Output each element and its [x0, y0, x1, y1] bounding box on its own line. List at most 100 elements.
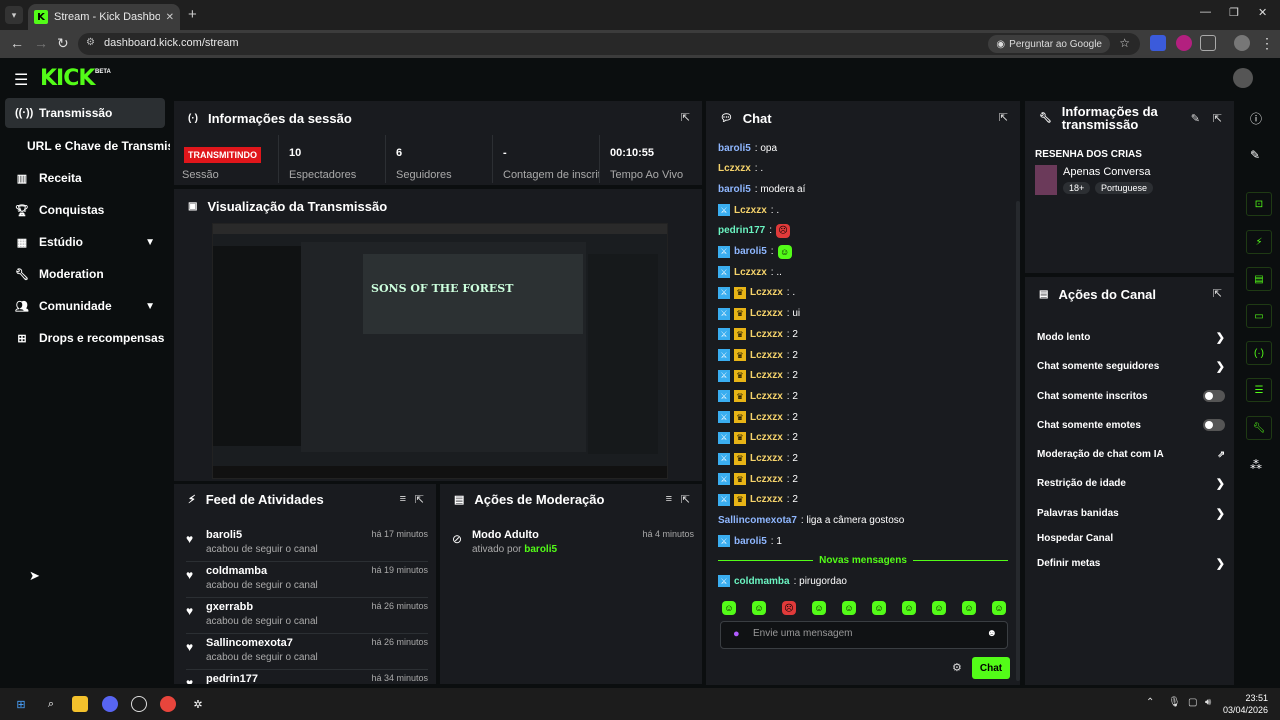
- chrome-icon[interactable]: [160, 696, 176, 712]
- moderation-toggle-icon[interactable]: ▤: [1246, 267, 1272, 291]
- back-icon[interactable]: ←: [10, 35, 24, 51]
- add-widget-icon[interactable]: ⁂: [1250, 458, 1262, 472]
- stream-category[interactable]: Apenas Conversa: [1063, 166, 1150, 178]
- emote-icon[interactable]: ☺: [812, 601, 826, 615]
- emote-icon[interactable]: ☺: [722, 601, 736, 615]
- expand-icon[interactable]: ⇱: [681, 493, 690, 506]
- chat-username[interactable]: Lczxzx: [750, 391, 783, 402]
- emote-icon[interactable]: ☺: [872, 601, 886, 615]
- chat-username[interactable]: Lczxzx: [750, 474, 783, 485]
- ask-google-button[interactable]: ◉ Perguntar ao Google: [988, 35, 1110, 53]
- emoji-picker-icon[interactable]: ☻: [986, 628, 997, 639]
- filter-icon[interactable]: ≡: [666, 493, 672, 505]
- profile-avatar[interactable]: [1234, 35, 1250, 51]
- emotes-only-toggle[interactable]: [1203, 419, 1225, 431]
- user-avatar[interactable]: [1233, 68, 1253, 88]
- feed-item-name[interactable]: Sallincomexota7: [206, 637, 293, 649]
- expand-icon[interactable]: ⇱: [681, 111, 690, 124]
- activity-toggle-icon[interactable]: ⚡︎: [1246, 230, 1272, 254]
- reload-icon[interactable]: ↻: [57, 35, 69, 52]
- sidebar-item-estudio[interactable]: ▦ Estúdio ▼: [5, 227, 165, 257]
- chat-input-box[interactable]: ● ☻: [720, 621, 1008, 649]
- emote-icon[interactable]: ☺: [932, 601, 946, 615]
- new-tab-icon[interactable]: +: [188, 6, 197, 23]
- maximize-icon[interactable]: ❐: [1229, 6, 1239, 19]
- chat-username[interactable]: Lczxzx: [750, 370, 783, 381]
- action-followers-only[interactable]: Chat somente seguidores ❯: [1037, 355, 1225, 377]
- chat-username[interactable]: Lczxzx: [750, 329, 783, 340]
- expand-icon[interactable]: ⇱: [415, 493, 424, 506]
- chat-username[interactable]: Lczxzx: [750, 494, 783, 505]
- feed-item-name[interactable]: pedrin177: [206, 673, 258, 684]
- hamburger-menu-icon[interactable]: ☰: [14, 70, 28, 90]
- tab-search-button[interactable]: ▾: [5, 6, 23, 24]
- sidebar-item-transmissao[interactable]: ((·)) Transmissão: [5, 98, 165, 128]
- extension-badge-icon[interactable]: [1176, 35, 1192, 51]
- edit-pencil-icon[interactable]: ✎: [1250, 148, 1260, 162]
- sidebar-item-url-chave[interactable]: URL e Chave de Transmissão: [5, 131, 170, 161]
- emote-icon[interactable]: ☺: [962, 601, 976, 615]
- action-ai-moderation[interactable]: Moderação de chat com IA ⇗: [1037, 443, 1225, 465]
- obs-icon[interactable]: [131, 696, 147, 712]
- chat-username[interactable]: Lczxzx: [750, 412, 783, 423]
- channel-actions-toggle-icon[interactable]: ☰: [1246, 378, 1272, 402]
- chat-username[interactable]: Lczxzx: [750, 453, 783, 464]
- sidebar-item-comunidade[interactable]: 👥︎ Comunidade ▼: [5, 291, 165, 321]
- expand-icon[interactable]: ⇱: [1213, 112, 1222, 125]
- session-toggle-icon[interactable]: (·): [1246, 341, 1272, 365]
- system-clock[interactable]: 23:51 03/04/2026: [1223, 692, 1268, 716]
- microphone-icon[interactable]: 🎙︎: [1168, 697, 1181, 708]
- action-slow-mode[interactable]: Modo lento ❯: [1037, 326, 1225, 348]
- discord-icon[interactable]: [102, 696, 118, 712]
- edit-pencil-icon[interactable]: ✎: [1191, 112, 1200, 125]
- file-explorer-icon[interactable]: [72, 696, 88, 712]
- browser-menu-icon[interactable]: ⋮: [1260, 35, 1274, 52]
- chat-username[interactable]: Lczxzx: [734, 267, 767, 278]
- chat-username[interactable]: Lczxzx: [734, 205, 767, 216]
- expand-icon[interactable]: ⇱: [999, 111, 1008, 124]
- close-window-icon[interactable]: ✕: [1258, 6, 1267, 19]
- action-banned-words[interactable]: Palavras banidas ❯: [1037, 502, 1225, 524]
- mic-icon[interactable]: ●: [733, 628, 740, 640]
- chat-message-input[interactable]: [753, 628, 973, 639]
- chat-username[interactable]: Lczxzx: [718, 163, 751, 174]
- feed-item-name[interactable]: gxerrabb: [206, 601, 253, 613]
- chat-username[interactable]: pedrin177: [718, 225, 765, 236]
- filter-icon[interactable]: ≡: [400, 493, 406, 505]
- site-info-icon[interactable]: ⚙: [86, 37, 95, 48]
- chat-toggle-icon[interactable]: ▭: [1246, 304, 1272, 328]
- emote-icon[interactable]: ☺: [992, 601, 1006, 615]
- chat-username[interactable]: Lczxzx: [750, 432, 783, 443]
- close-tab-icon[interactable]: ✕: [166, 12, 174, 23]
- expand-icon[interactable]: ⇱: [1213, 287, 1222, 300]
- preview-toggle-icon[interactable]: ⊡: [1246, 192, 1272, 216]
- chat-settings-gear-icon[interactable]: ⚙: [952, 661, 962, 674]
- subscribers-only-toggle[interactable]: [1203, 390, 1225, 402]
- moderation-by-user[interactable]: baroli5: [524, 544, 557, 555]
- chat-scrollbar[interactable]: [1016, 201, 1020, 681]
- chat-send-button[interactable]: Chat: [972, 657, 1010, 679]
- kick-logo[interactable]: KICK: [40, 66, 95, 91]
- extension-icon[interactable]: [1150, 35, 1166, 51]
- stream-preview-video[interactable]: SONS OF THE FOREST: [212, 223, 668, 479]
- tray-chevron-up-icon[interactable]: ⌃: [1146, 697, 1154, 708]
- stream-info-toggle-icon[interactable]: 🔧︎: [1246, 416, 1272, 440]
- app-icon[interactable]: ✲: [190, 696, 206, 712]
- chat-username[interactable]: Lczxzx: [750, 308, 783, 319]
- chat-username[interactable]: baroli5: [734, 246, 767, 257]
- sidebar-item-receita[interactable]: ▥ Receita: [5, 163, 165, 193]
- chat-username[interactable]: Sallincomexota7: [718, 515, 797, 526]
- feed-item-name[interactable]: coldmamba: [206, 565, 267, 577]
- emote-icon[interactable]: ☺: [902, 601, 916, 615]
- sidebar-item-moderation[interactable]: 🔧︎ Moderation: [5, 259, 165, 289]
- emote-icon[interactable]: ☺: [752, 601, 766, 615]
- chat-username[interactable]: baroli5: [718, 143, 751, 154]
- network-icon[interactable]: ▢: [1188, 697, 1197, 708]
- sidebar-item-conquistas[interactable]: 🏆︎ Conquistas: [5, 195, 165, 225]
- info-icon[interactable]: ⓘ: [1250, 110, 1262, 127]
- url-text[interactable]: dashboard.kick.com/stream: [104, 37, 239, 49]
- action-set-goals[interactable]: Definir metas ❯: [1037, 552, 1225, 574]
- windows-start-icon[interactable]: ⊞: [13, 696, 29, 712]
- sidebar-item-drops[interactable]: ⊞ Drops e recompensas: [5, 323, 165, 353]
- action-age-restriction[interactable]: Restrição de idade ❯: [1037, 472, 1225, 494]
